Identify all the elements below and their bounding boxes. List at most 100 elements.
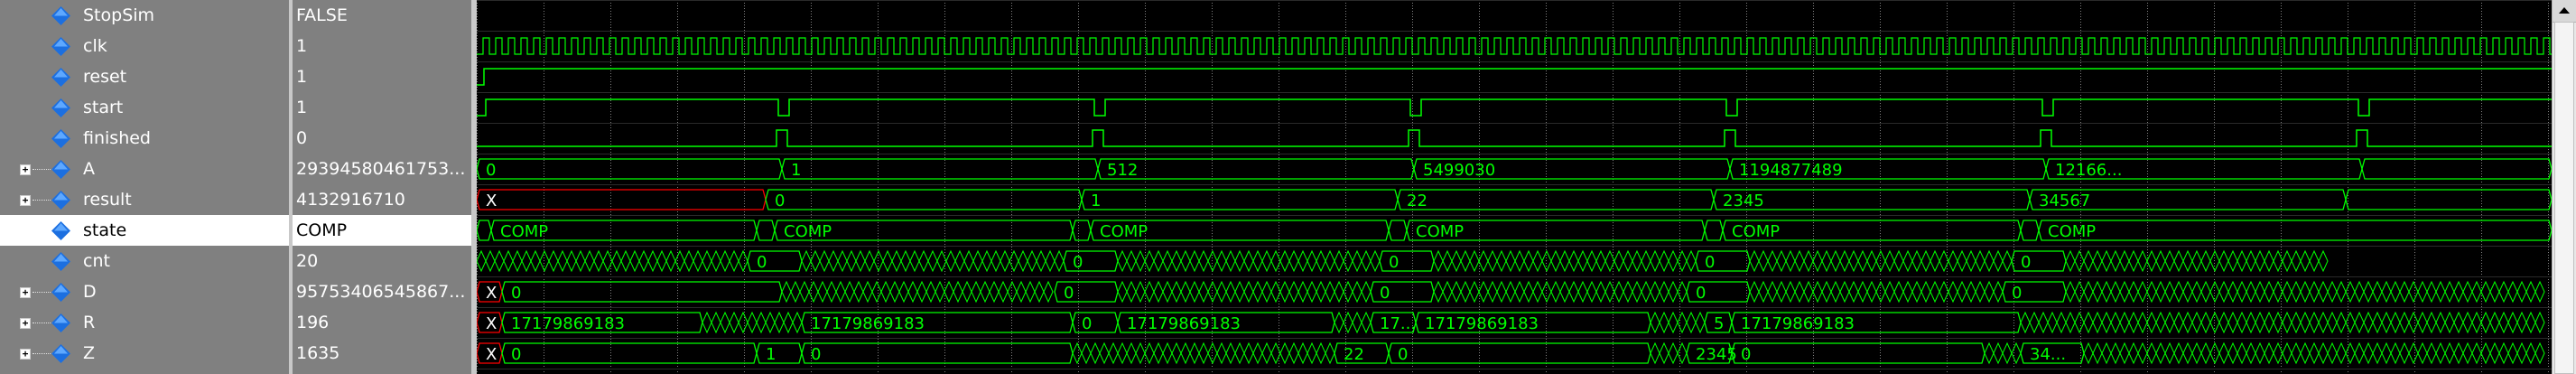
- value-row-stopsim[interactable]: FALSE: [293, 0, 471, 31]
- signal-row-finished[interactable]: finished: [0, 123, 289, 154]
- signal-row-stopsim[interactable]: StopSim: [0, 0, 289, 31]
- bus-segment: [747, 250, 803, 272]
- diamond-icon: [51, 221, 70, 240]
- bus-label: COMP: [1100, 222, 1148, 241]
- scrollbar-thumb[interactable]: [2554, 22, 2574, 374]
- value-row-state[interactable]: COMP: [293, 215, 471, 246]
- bus-busy: [477, 249, 749, 273]
- bus-busy: [1433, 249, 1697, 273]
- signal-row-cnt[interactable]: cnt: [0, 246, 289, 276]
- waveform-canvas[interactable]: 0 1 512 5499030 1194877489 12166... X 0 1 22 2345 3…: [477, 0, 2552, 374]
- vertical-scrollbar[interactable]: [2552, 0, 2576, 374]
- signal-name: cnt: [83, 251, 110, 271]
- value-row-result[interactable]: 4132916710: [293, 184, 471, 215]
- signal-name: finished: [83, 128, 151, 148]
- signal-row-reset[interactable]: reset: [0, 61, 289, 92]
- bus-label: 0: [1064, 284, 1074, 303]
- bus-label: 0: [775, 192, 785, 210]
- plus-icon[interactable]: +: [20, 349, 31, 360]
- diamond-icon: [51, 129, 70, 148]
- bus-segment: [477, 220, 492, 241]
- bus-label: 17179869183: [1425, 314, 1539, 333]
- diamond-icon: [51, 98, 70, 117]
- value-row-z[interactable]: 1635: [293, 338, 471, 369]
- signal-row-result[interactable]: + result: [0, 184, 289, 215]
- diamond-icon: [51, 160, 70, 179]
- bus-label: 34...: [2030, 345, 2066, 364]
- bus-segment: [1397, 189, 1715, 210]
- bus-label: 0: [757, 253, 767, 272]
- signal-value: 1635: [296, 343, 340, 363]
- bus-busy: [1433, 280, 1688, 304]
- signal-name: reset: [83, 67, 127, 87]
- signal-row-z[interactable]: + Z: [0, 338, 289, 369]
- signal-value: FALSE: [296, 5, 348, 25]
- bus-segment: [2038, 220, 2552, 241]
- diamond-icon: [51, 37, 70, 56]
- signal-row-clk[interactable]: clk: [0, 31, 289, 61]
- signal-name: result: [83, 190, 132, 210]
- bus-segment: [501, 342, 758, 364]
- signal-row-a[interactable]: + A: [0, 154, 289, 184]
- bus-label: 17179869183: [811, 314, 925, 333]
- waveform-svg[interactable]: 0 1 512 5499030 1194877489 12166...X 0 1 22 2345 3…: [477, 0, 2552, 374]
- waveform-window: StopSim clk reset start finished + A + result sta…: [0, 0, 2576, 374]
- bus-segment: [756, 342, 803, 364]
- signal-name: start: [83, 98, 124, 117]
- bus-segment: [1072, 312, 1119, 333]
- bus-label: COMP: [2048, 222, 2096, 241]
- bus-label: 1: [791, 161, 801, 180]
- bus-busy: [2083, 341, 2545, 365]
- value-row-r[interactable]: 196: [293, 307, 471, 338]
- value-row-finished[interactable]: 0: [293, 123, 471, 154]
- bus-segment: [1695, 250, 1751, 272]
- bus-segment: [2361, 158, 2552, 180]
- signal-row-r[interactable]: + R: [0, 307, 289, 338]
- signal-row-d[interactable]: + D: [0, 276, 289, 307]
- bus-label: COMP: [500, 222, 548, 241]
- plus-icon[interactable]: +: [20, 195, 31, 206]
- bus-label: 0: [1082, 314, 1092, 333]
- signal-value: 0: [296, 128, 308, 148]
- signal-value: 29394580461753...: [296, 159, 466, 179]
- value-row-a[interactable]: 29394580461753...: [293, 154, 471, 184]
- bus-busy: [702, 311, 803, 334]
- signal-value: 196: [296, 313, 330, 332]
- bus-label: 22: [1407, 192, 1427, 210]
- bus-label: 17179869183: [1741, 314, 1855, 333]
- bus-segment: [1081, 189, 1399, 210]
- value-row-start[interactable]: 1: [293, 92, 471, 123]
- bus-segment: [2345, 189, 2552, 210]
- diamond-icon: [51, 252, 70, 271]
- bus-busy: [1650, 311, 1706, 334]
- bus-label: 0: [2021, 253, 2031, 272]
- bus-label: 5499030: [1423, 161, 1495, 180]
- value-row-d[interactable]: 95753406545867...: [293, 276, 471, 307]
- signal-value: 20: [296, 251, 319, 271]
- diamond-icon: [51, 191, 70, 210]
- diamond-icon: [51, 313, 70, 332]
- bus-segment: [1379, 250, 1435, 272]
- bus-label: COMP: [1416, 222, 1464, 241]
- bus-busy: [801, 249, 1065, 273]
- bus-segment: [756, 220, 776, 241]
- bus-label: 1: [766, 345, 776, 364]
- signal-name: D: [83, 282, 97, 302]
- arrow-up-icon[interactable]: [2553, 0, 2576, 23]
- signal-row-state[interactable]: state: [0, 215, 289, 246]
- wave-finished: [477, 129, 2552, 147]
- bus-busy: [2065, 280, 2545, 304]
- plus-icon[interactable]: +: [20, 164, 31, 175]
- bus-label: 0: [1073, 253, 1083, 272]
- signal-row-start[interactable]: start: [0, 92, 289, 123]
- diamond-icon: [51, 344, 70, 363]
- signal-name: state: [83, 220, 127, 240]
- value-row-reset[interactable]: 1: [293, 61, 471, 92]
- value-row-clk[interactable]: 1: [293, 31, 471, 61]
- signal-name: Z: [83, 343, 96, 363]
- value-row-cnt[interactable]: 20: [293, 246, 471, 276]
- bus-label: 0: [1696, 284, 1706, 303]
- bus-label: COMP: [1732, 222, 1780, 241]
- plus-icon[interactable]: +: [20, 287, 31, 298]
- plus-icon[interactable]: +: [20, 318, 31, 329]
